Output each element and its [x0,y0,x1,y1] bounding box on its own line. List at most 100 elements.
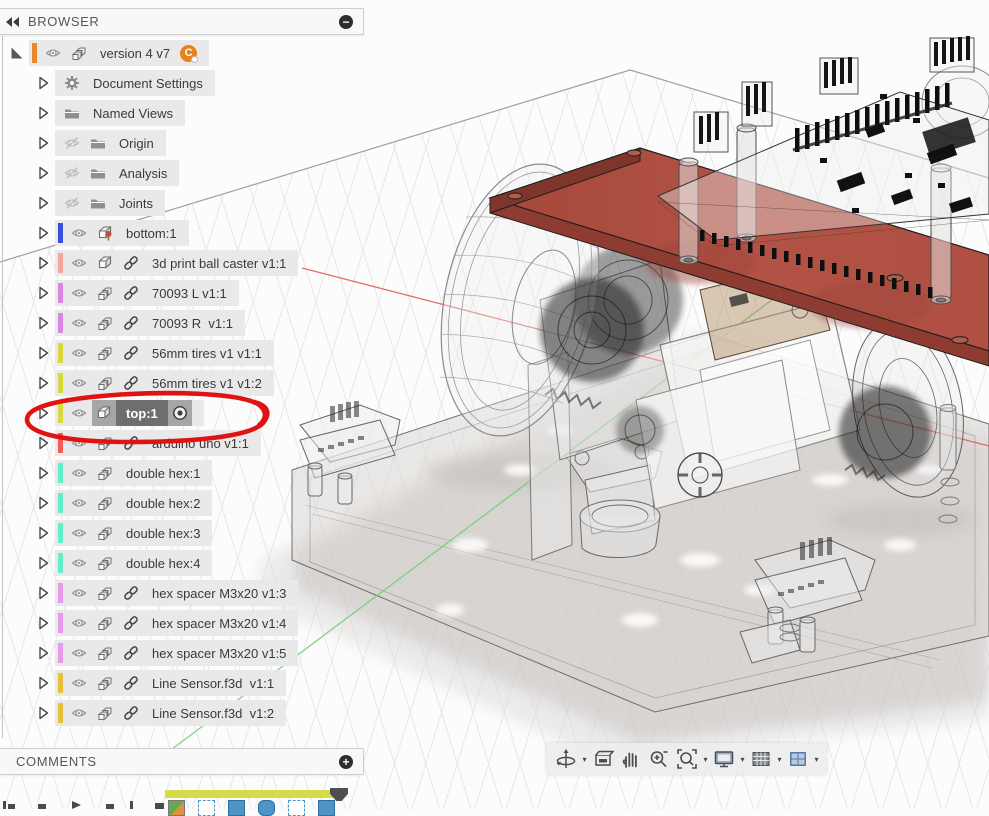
timeline-sketch-feature-icon[interactable] [168,800,185,816]
visibility-eye-icon[interactable] [66,283,92,303]
tree-item-label[interactable]: 70093 L v1:1 [144,286,227,301]
visibility-eye-icon[interactable] [66,673,92,693]
tree-item-hex-spacer-5[interactable]: hex spacer M3x20 v1:5 [0,638,298,668]
visibility-eye-icon[interactable] [66,253,92,273]
orbit-dropdown-caret[interactable]: ▾ [580,755,589,764]
tree-item-double-hex-1[interactable]: double hex:1 [0,458,298,488]
tree-item-label[interactable]: Line Sensor.f3d v1:1 [144,676,274,691]
tree-item-70093-r[interactable]: 70093 R v1:1 [0,308,298,338]
look-at-icon[interactable] [590,746,616,772]
visibility-eye-icon[interactable] [66,553,92,573]
tree-item-bottom[interactable]: bottom:1 [0,218,298,248]
expand-arrow-icon[interactable] [34,344,52,362]
minus-circle-icon[interactable]: − [339,15,353,29]
visibility-eye-off-icon[interactable] [59,193,85,213]
timeline-feature-filter-icon[interactable] [318,800,335,816]
expand-arrow-icon[interactable] [34,254,52,272]
collapse-panel-icon[interactable] [6,17,20,27]
tree-item-label[interactable]: hex spacer M3x20 v1:3 [144,586,286,601]
timeline-feature-round-icon[interactable] [258,800,275,816]
tree-item-label[interactable]: Origin [111,136,154,151]
visibility-eye-off-icon[interactable] [59,163,85,183]
tree-item-label[interactable]: hex spacer M3x20 v1:4 [144,616,286,631]
orbit-icon[interactable] [553,746,579,772]
expand-arrow-icon[interactable] [34,164,52,182]
expand-arrow-icon[interactable] [34,464,52,482]
visibility-eye-icon[interactable] [66,643,92,663]
expand-arrow-icon[interactable] [34,614,52,632]
visibility-eye-icon[interactable] [66,583,92,603]
tree-item-version[interactable]: version 4 v7 C [0,38,298,68]
tree-item-origin[interactable]: Origin [0,128,298,158]
expand-arrow-icon[interactable] [34,74,52,92]
fit-dropdown-caret[interactable]: ▾ [701,755,710,764]
fit-icon[interactable] [674,746,700,772]
tree-item-70093-l[interactable]: 70093 L v1:1 [0,278,298,308]
pan-icon[interactable] [618,746,644,772]
expand-arrow-icon[interactable] [34,224,52,242]
grid-settings-icon[interactable] [748,746,774,772]
tree-item-analysis[interactable]: Analysis [0,158,298,188]
expand-arrow-icon[interactable] [34,704,52,722]
visibility-eye-icon[interactable] [66,343,92,363]
tree-item-label[interactable]: hex spacer M3x20 v1:5 [144,646,286,661]
timeline-skip-end-icon[interactable] [130,801,133,809]
tree-item-label[interactable]: 3d print ball caster v1:1 [144,256,286,271]
expand-arrow-icon[interactable] [34,314,52,332]
tree-item-label[interactable]: Named Views [85,106,173,121]
viewports-icon[interactable] [785,746,811,772]
timeline-selection-set-icon[interactable] [198,800,215,816]
left-wheel-hub[interactable] [540,278,644,382]
tree-item-double-hex-4[interactable]: double hex:4 [0,548,298,578]
tree-item-label[interactable]: 70093 R v1:1 [144,316,233,331]
tree-item-hex-spacer-4[interactable]: hex spacer M3x20 v1:4 [0,608,298,638]
display-settings-dropdown-caret[interactable]: ▾ [738,755,747,764]
expand-arrow-icon[interactable] [34,644,52,662]
tree-item-label[interactable]: 56mm tires v1 v1:1 [144,346,262,361]
collapse-arrow-icon[interactable] [8,44,26,62]
timeline-play-icon[interactable] [72,801,81,809]
timeline-skip-start-icon[interactable] [3,801,6,809]
visibility-eye-icon[interactable] [66,523,92,543]
visibility-eye-icon[interactable] [66,613,92,633]
expand-arrow-icon[interactable] [34,584,52,602]
timeline-step-back-icon[interactable] [38,804,46,809]
visibility-eye-icon[interactable] [66,313,92,333]
tree-item-label[interactable]: version 4 v7 [92,46,170,61]
timeline-group-bar[interactable] [165,790,333,798]
tree-item-double-hex-3[interactable]: double hex:3 [0,518,298,548]
expand-arrow-icon[interactable] [34,134,52,152]
tree-item-label[interactable]: Document Settings [85,76,203,91]
tree-item-label[interactable]: bottom:1 [118,226,177,241]
expand-arrow-icon[interactable] [34,524,52,542]
tree-item-ball-caster[interactable]: 3d print ball caster v1:1 [0,248,298,278]
tree-item-line-sensor-1[interactable]: Line Sensor.f3d v1:1 [0,668,298,698]
timeline-skip-start-icon[interactable] [8,804,15,809]
plus-circle-icon[interactable]: + [339,755,353,769]
expand-arrow-icon[interactable] [34,494,52,512]
tree-item-joints[interactable]: Joints [0,188,298,218]
expand-arrow-icon[interactable] [34,674,52,692]
tree-item-line-sensor-2[interactable]: Line Sensor.f3d v1:2 [0,698,298,728]
comments-panel-header[interactable]: COMMENTS + [0,748,364,775]
tree-item-label[interactable]: double hex:2 [118,496,200,511]
visibility-eye-icon[interactable] [40,43,66,63]
timeline-selection-set-icon[interactable] [288,800,305,816]
tree-item-label[interactable]: double hex:1 [118,466,200,481]
tree-item-label[interactable]: 56mm tires v1 v1:2 [144,376,262,391]
visibility-eye-icon[interactable] [66,463,92,483]
visibility-eye-icon[interactable] [66,223,92,243]
tree-item-document-settings[interactable]: Document Settings [0,68,298,98]
tree-item-label[interactable]: Joints [111,196,153,211]
display-settings-icon[interactable] [711,746,737,772]
tree-item-label[interactable]: Line Sensor.f3d v1:2 [144,706,274,721]
visibility-eye-off-icon[interactable] [59,133,85,153]
expand-arrow-icon[interactable] [34,284,52,302]
timeline-feature-icon[interactable] [228,800,245,816]
visibility-eye-icon[interactable] [66,493,92,513]
viewports-dropdown-caret[interactable]: ▾ [812,755,821,764]
zoom-icon[interactable] [646,746,672,772]
expand-arrow-icon[interactable] [34,104,52,122]
timeline-step-forward-icon[interactable] [106,804,114,809]
tree-item-label[interactable]: double hex:4 [118,556,200,571]
